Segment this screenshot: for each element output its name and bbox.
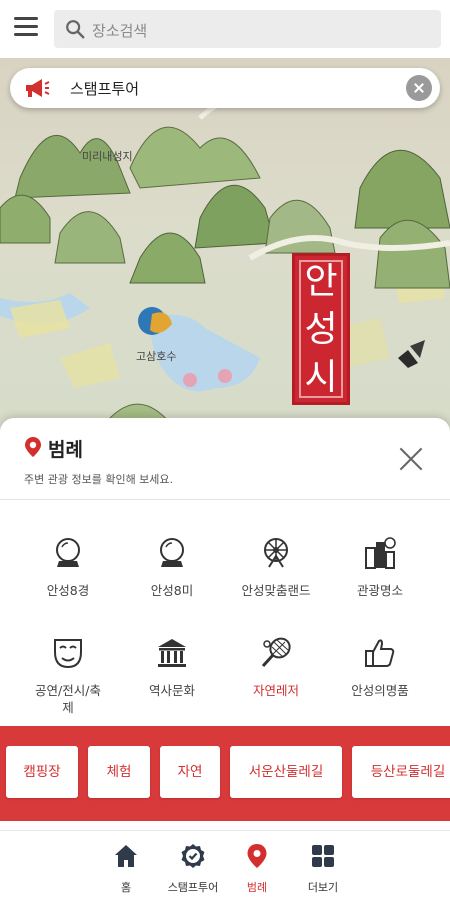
hamburger-menu-icon[interactable] — [14, 17, 38, 39]
category-label: 안성맞춤랜드 — [241, 583, 311, 598]
chip-campsite[interactable]: 캠핑장 — [6, 746, 78, 798]
category-label: 안성8미 — [150, 583, 194, 598]
chip-experience[interactable]: 체험 — [88, 746, 150, 798]
stamp-tour-banner[interactable]: 스탬프투어 — [10, 68, 440, 108]
category-performance-exhibition-festival[interactable]: 공연/전시/축 제 — [16, 636, 120, 716]
category-label: 자연레저 — [252, 683, 299, 698]
category-label-line: 공연/전시/축 — [35, 683, 101, 698]
map-illustration — [0, 93, 450, 438]
category-anseong-specialties[interactable]: 안성의명품 — [328, 636, 432, 699]
category-anseongmatchum-land[interactable]: 안성맞춤랜드 — [224, 536, 328, 599]
nav-home[interactable]: 홈 — [91, 843, 161, 895]
search-placeholder: 장소검색 — [92, 22, 148, 40]
nav-label: 홈 — [120, 881, 132, 894]
map-pin-icon — [247, 844, 267, 868]
category-label: 역사문화 — [148, 683, 195, 698]
chip-hiking-trail[interactable]: 등산로둘레길 — [352, 746, 450, 798]
city-landmark-icon — [365, 537, 396, 569]
category-history-culture[interactable]: 역사문화 — [120, 636, 224, 699]
subcategory-chip-strip[interactable]: 캠핑장 체험 자연 서운산둘레길 등산로둘레길 — [0, 726, 450, 821]
category-label-line: 제 — [62, 700, 74, 715]
stamp-badge-icon — [181, 844, 205, 868]
tourist-map[interactable]: 미리내성지 고삼호수 — [0, 58, 450, 438]
bottom-navigation: 홈 스탬프투어 범례 더보기 — [0, 830, 450, 900]
nav-label: 더보기 — [307, 881, 339, 894]
nav-legend[interactable]: 범례 — [222, 843, 292, 895]
map-label-lake[interactable]: 고삼호수 — [136, 348, 176, 364]
museum-icon — [158, 639, 186, 667]
crystal-ball-icon — [160, 538, 184, 567]
chip-seounsan-trail[interactable]: 서운산둘레길 — [230, 746, 342, 798]
category-label: 안성8경 — [46, 583, 90, 598]
megaphone-icon — [26, 79, 50, 97]
legend-title: 범례 — [48, 439, 83, 461]
map-label-temple[interactable]: 미리내성지 — [82, 148, 133, 164]
category-label: 관광명소 — [356, 583, 403, 598]
nav-label: 스탬프투어 — [167, 881, 219, 894]
crystal-ball-icon — [56, 538, 80, 567]
tennis-racket-icon — [261, 637, 291, 668]
chip-nature[interactable]: 자연 — [160, 746, 220, 798]
stamp-tour-banner-label: 스탬프투어 — [70, 80, 140, 98]
theater-mask-icon — [54, 639, 82, 669]
close-icon[interactable] — [398, 446, 424, 472]
nav-label: 범례 — [246, 881, 268, 894]
category-label: 공연/전시/축 제 — [16, 682, 120, 716]
legend-subtitle: 주변 관광 정보를 확인해 보세요. — [24, 473, 174, 486]
category-label: 안성의명품 — [351, 683, 409, 698]
banner-close-icon[interactable] — [406, 75, 432, 101]
thumbs-up-icon — [365, 639, 395, 667]
category-tourist-spots[interactable]: 관광명소 — [328, 536, 432, 599]
city-seal-stamp: 안 성 시 — [292, 253, 350, 405]
nav-stamp-tour[interactable]: 스탬프투어 — [158, 843, 228, 895]
map-pin-icon — [25, 437, 41, 457]
grid-more-icon — [312, 845, 334, 867]
nav-more[interactable]: 더보기 — [288, 843, 358, 895]
category-anseong-8-tastes[interactable]: 안성8미 — [120, 536, 224, 599]
top-bar: 장소검색 — [0, 0, 450, 58]
category-nature-leisure[interactable]: 자연레저 — [224, 636, 328, 699]
legend-sheet-header: 범례 주변 관광 정보를 확인해 보세요. — [0, 418, 450, 500]
ferris-wheel-icon — [264, 538, 288, 568]
category-anseong-8-sights[interactable]: 안성8경 — [16, 536, 120, 599]
home-icon — [115, 845, 137, 867]
search-icon — [66, 20, 85, 39]
search-input[interactable]: 장소검색 — [54, 10, 441, 48]
